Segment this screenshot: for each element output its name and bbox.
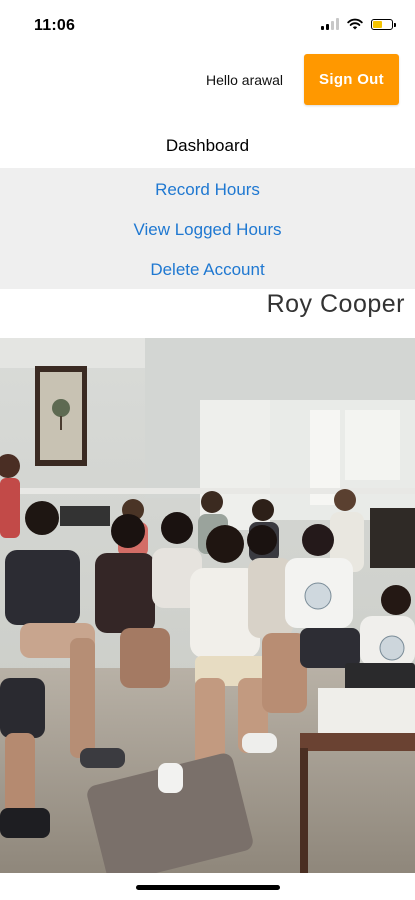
sign-out-button[interactable]: Sign Out: [304, 54, 399, 105]
home-indicator: [136, 885, 280, 890]
dashboard-menu: Record Hours View Logged Hours Delete Ac…: [0, 168, 415, 289]
group-photo: [0, 338, 415, 873]
greeting-text: Hello arawal: [206, 72, 284, 88]
status-bar: 11:06: [0, 0, 415, 50]
status-icons: [321, 18, 396, 30]
cellular-signal-icon: [321, 18, 339, 30]
record-hours-link[interactable]: Record Hours: [0, 180, 415, 200]
wifi-icon: [347, 18, 363, 30]
page-title: Dashboard: [165, 136, 250, 155]
delete-account-link[interactable]: Delete Account: [0, 260, 415, 280]
profile-name: Roy Cooper: [266, 290, 405, 318]
status-time: 11:06: [34, 17, 76, 34]
battery-icon: [371, 18, 396, 30]
view-logged-hours-link[interactable]: View Logged Hours: [0, 220, 415, 240]
